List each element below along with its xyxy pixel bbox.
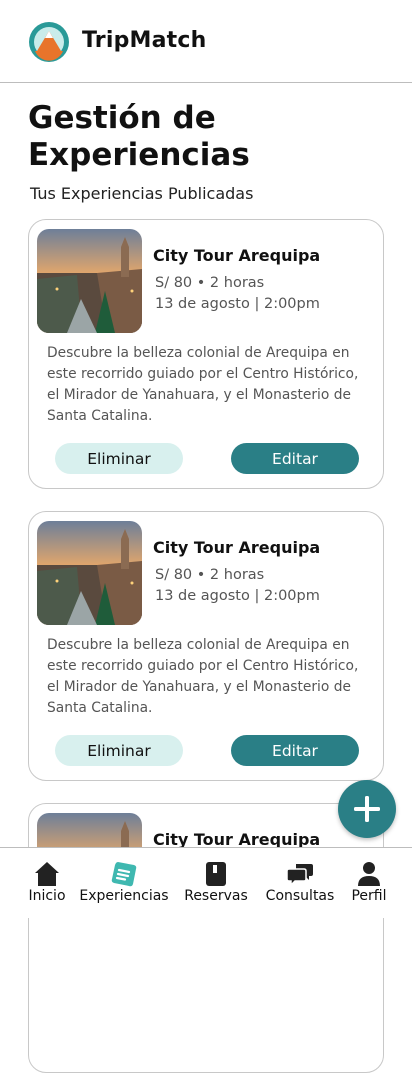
nav-label-consultas: Consultas <box>265 888 335 904</box>
page-title: Gestión de Experiencias <box>28 100 250 173</box>
experience-card: City Tour Arequipa S/ 80 • 2 horas 13 de… <box>28 219 384 489</box>
tripmatch-logo-icon <box>29 22 69 62</box>
nav-item-perfil[interactable]: Perfil <box>346 848 392 918</box>
delete-button[interactable]: Eliminar <box>55 443 183 474</box>
experience-card: City Tour Arequipa S/ 80 • 2 horas 13 de… <box>28 511 384 781</box>
home-icon <box>35 862 59 886</box>
experience-title: City Tour Arequipa <box>153 246 321 265</box>
delete-button[interactable]: Eliminar <box>55 735 183 766</box>
page-subtitle: Tus Experiencias Publicadas <box>30 184 254 203</box>
nav-label-inicio: Inicio <box>28 888 66 904</box>
app-title: TripMatch <box>82 28 207 53</box>
experience-price-duration: S/ 80 • 2 horas <box>155 567 265 583</box>
add-experience-button[interactable] <box>338 780 396 838</box>
chat-icon <box>286 864 313 887</box>
nav-item-inicio[interactable]: Inicio <box>22 848 72 918</box>
nav-label-experiencias: Experiencias <box>79 888 169 904</box>
bottom-navigation: Inicio Experiencias Reservas Consultas P… <box>0 847 412 918</box>
experience-image <box>37 229 142 333</box>
book-icon <box>206 862 226 886</box>
nav-label-perfil: Perfil <box>351 888 387 904</box>
plus-icon <box>354 796 380 822</box>
nav-item-consultas[interactable]: Consultas <box>260 848 340 918</box>
experience-card: City Tour Arequipa <box>28 803 384 1073</box>
experience-date-time: 13 de agosto | 2:00pm <box>155 588 320 604</box>
experiences-icon <box>111 862 137 887</box>
experience-description: Descubre la belleza colonial de Arequipa… <box>47 637 359 716</box>
user-icon <box>358 862 380 886</box>
nav-item-reservas[interactable]: Reservas <box>180 848 252 918</box>
edit-button[interactable]: Editar <box>231 735 359 766</box>
edit-button[interactable]: Editar <box>231 443 359 474</box>
experience-price-duration: S/ 80 • 2 horas <box>155 275 265 291</box>
experience-description: Descubre la belleza colonial de Arequipa… <box>47 345 359 424</box>
nav-label-reservas: Reservas <box>184 888 248 904</box>
app-bar: TripMatch <box>0 0 412 83</box>
experience-date-time: 13 de agosto | 2:00pm <box>155 296 320 312</box>
nav-item-experiencias[interactable]: Experiencias <box>78 848 170 918</box>
experience-title: City Tour Arequipa <box>153 538 321 557</box>
experience-image <box>37 521 142 625</box>
